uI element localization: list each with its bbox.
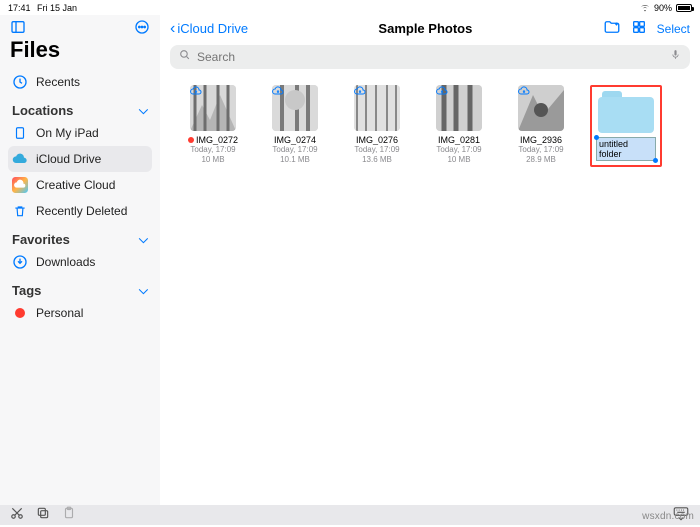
file-date: Today, 17:09 [190, 145, 235, 155]
file-name: IMG_0276 [356, 135, 398, 145]
search-input[interactable] [197, 50, 663, 64]
section-title: Tags [12, 283, 41, 298]
paste-icon[interactable] [62, 506, 76, 525]
sidebar-item-recents[interactable]: Recents [8, 69, 152, 95]
chevron-down-icon: ⌵ [139, 103, 148, 118]
search-bar[interactable] [170, 45, 690, 69]
sidebar-item-label: Downloads [36, 255, 95, 269]
cloud-status-icon [272, 85, 284, 97]
cloud-status-icon [190, 85, 202, 97]
sidebar-item-tag-personal[interactable]: Personal [8, 300, 152, 326]
bottom-toolbar [0, 505, 700, 525]
sidebar-item-icloud[interactable]: iCloud Drive [8, 146, 152, 172]
main-content: ‹ iCloud Drive Sample Photos Select IMG_… [160, 15, 700, 505]
watermark: wsxdn.com [642, 511, 694, 522]
folder-name-edit[interactable]: untitled folder [596, 137, 656, 161]
file-item[interactable]: IMG_0274 Today, 17:09 10.1 MB [262, 85, 328, 167]
nav-bar: ‹ iCloud Drive Sample Photos Select [160, 15, 700, 41]
select-button[interactable]: Select [657, 22, 690, 36]
battery-icon [676, 4, 692, 12]
sidebar-item-label: iCloud Drive [36, 152, 101, 166]
file-name: IMG_0281 [438, 135, 480, 145]
more-icon[interactable] [134, 19, 150, 35]
back-button[interactable]: ‹ iCloud Drive [170, 20, 248, 38]
file-grid: IMG_0272 Today, 17:09 10 MB IMG_0274 Tod… [160, 77, 700, 175]
section-tags[interactable]: Tags ⌵ [8, 275, 152, 300]
file-size: 10 MB [447, 155, 470, 165]
sidebar-toggle-icon[interactable] [10, 19, 26, 35]
file-size: 13.6 MB [362, 155, 392, 165]
cloud-status-icon [518, 85, 530, 97]
status-right: 90% [640, 3, 692, 13]
new-folder-highlight: untitled folder [590, 85, 662, 167]
status-date: Fri 15 Jan [37, 3, 77, 13]
view-grid-icon[interactable] [631, 19, 647, 38]
page-title: Sample Photos [254, 21, 597, 36]
status-left: 17:41 Fri 15 Jan [8, 3, 77, 13]
file-thumbnail [272, 85, 318, 131]
file-size: 10.1 MB [280, 155, 310, 165]
status-time: 17:41 [8, 3, 31, 13]
ipad-icon [12, 125, 28, 141]
file-item[interactable]: IMG_0272 Today, 17:09 10 MB [180, 85, 246, 167]
section-title: Locations [12, 103, 73, 118]
file-thumbnail [190, 85, 236, 131]
file-name: IMG_0274 [274, 135, 316, 145]
file-name: IMG_2936 [520, 135, 562, 145]
file-thumbnail [354, 85, 400, 131]
file-date: Today, 17:09 [518, 145, 563, 155]
search-icon [178, 48, 191, 66]
new-folder-icon[interactable] [603, 18, 621, 39]
sidebar-item-label: Recently Deleted [36, 204, 127, 218]
chevron-left-icon: ‹ [170, 20, 175, 38]
chevron-down-icon: ⌵ [139, 232, 148, 247]
file-item[interactable]: IMG_2936 Today, 17:09 28.9 MB [508, 85, 574, 167]
cloud-status-icon [436, 85, 448, 97]
sidebar-item-creativecloud[interactable]: Creative Cloud [8, 172, 152, 198]
clock-icon [12, 74, 28, 90]
folder-item[interactable]: untitled folder [596, 91, 656, 161]
file-item[interactable]: IMG_0276 Today, 17:09 13.6 MB [344, 85, 410, 167]
file-thumbnail [518, 85, 564, 131]
section-favorites[interactable]: Favorites ⌵ [8, 224, 152, 249]
file-size: 28.9 MB [526, 155, 556, 165]
tag-dot-icon [188, 137, 194, 143]
copy-icon[interactable] [36, 506, 50, 525]
sidebar-item-deleted[interactable]: Recently Deleted [8, 198, 152, 224]
file-name: IMG_0272 [188, 135, 238, 145]
download-icon [12, 254, 28, 270]
sidebar-item-downloads[interactable]: Downloads [8, 249, 152, 275]
sidebar-item-label: Personal [36, 306, 83, 320]
file-size: 10 MB [201, 155, 224, 165]
status-bar: 17:41 Fri 15 Jan 90% [0, 0, 700, 15]
battery-percent: 90% [654, 3, 672, 13]
folder-icon [598, 91, 654, 133]
file-date: Today, 17:09 [354, 145, 399, 155]
file-date: Today, 17:09 [272, 145, 317, 155]
dictate-icon[interactable] [669, 48, 682, 66]
sidebar-item-label: Creative Cloud [36, 178, 115, 192]
section-locations[interactable]: Locations ⌵ [8, 95, 152, 120]
file-item[interactable]: IMG_0281 Today, 17:09 10 MB [426, 85, 492, 167]
tag-dot-icon [12, 305, 28, 321]
sidebar-item-label: On My iPad [36, 126, 99, 140]
section-title: Favorites [12, 232, 70, 247]
back-label: iCloud Drive [177, 21, 248, 36]
creative-cloud-icon [12, 177, 28, 193]
file-thumbnail [436, 85, 482, 131]
chevron-down-icon: ⌵ [139, 283, 148, 298]
cloud-status-icon [354, 85, 366, 97]
file-date: Today, 17:09 [436, 145, 481, 155]
wifi-icon [640, 3, 650, 13]
sidebar: Files Recents Locations ⌵ On My iPad iCl… [0, 15, 160, 505]
trash-icon [12, 203, 28, 219]
sidebar-item-label: Recents [36, 75, 80, 89]
cut-icon[interactable] [10, 506, 24, 525]
app-title: Files [8, 37, 152, 69]
sidebar-item-ipad[interactable]: On My iPad [8, 120, 152, 146]
cloud-icon [12, 151, 28, 167]
